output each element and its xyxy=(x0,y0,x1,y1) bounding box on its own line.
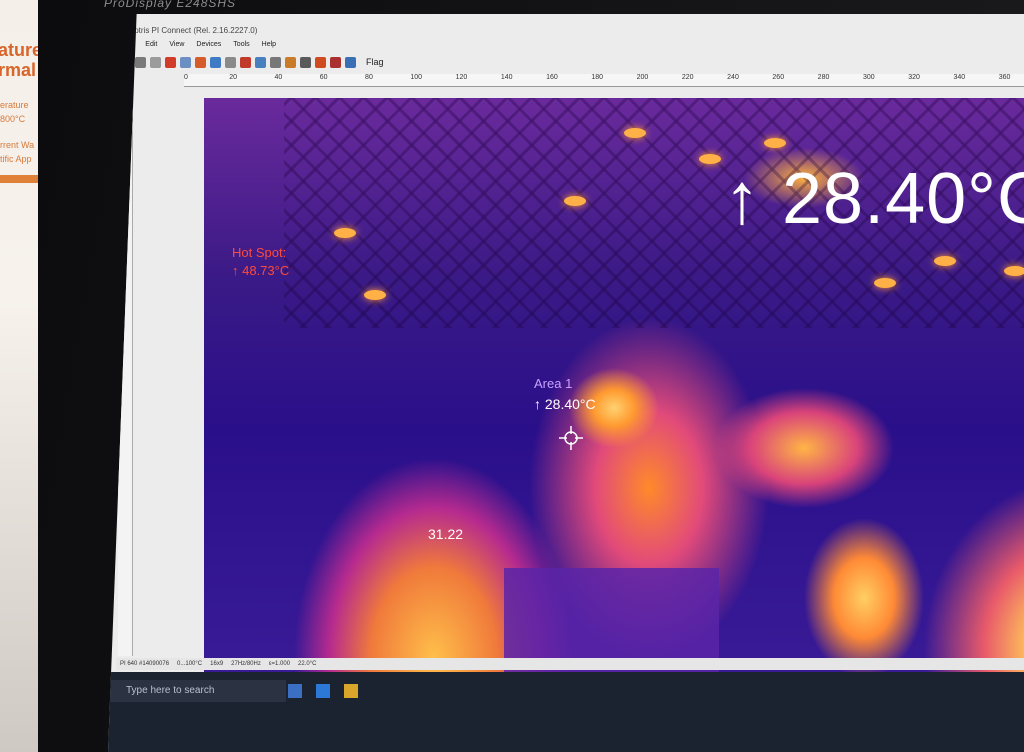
ruler-tick: 20 xyxy=(229,74,238,81)
area-name: Area 1 xyxy=(534,376,573,391)
ceiling-light xyxy=(564,196,586,206)
taskbar: Type here to search xyxy=(108,672,1024,752)
measure-icon[interactable] xyxy=(225,56,236,68)
ruler-tick: 0 xyxy=(184,74,188,81)
taskbar-apps xyxy=(288,684,358,698)
line-icon[interactable] xyxy=(270,56,281,68)
status-emissivity: ε=1.000 xyxy=(268,661,291,667)
ruler-tick: 240 xyxy=(727,74,739,81)
ruler-tick: 220 xyxy=(681,74,694,81)
ceiling-light xyxy=(699,154,721,164)
poster-text-1: erature xyxy=(0,100,29,110)
monitor-bezel: ProDisplay E248SHS Optris PI Connect (Re… xyxy=(38,0,1024,752)
settings-icon[interactable] xyxy=(315,56,326,68)
play-icon[interactable] xyxy=(150,56,161,68)
status-ratio: 16x9 xyxy=(210,661,224,667)
ceiling-light xyxy=(334,228,356,238)
spot-temperature: 31.22 xyxy=(428,526,464,542)
ruler-tick: 180 xyxy=(591,74,604,81)
ceiling-light xyxy=(764,138,786,148)
ruler-tick: 60 xyxy=(319,74,328,81)
browser-icon[interactable] xyxy=(316,684,330,698)
ruler-tick: 80 xyxy=(365,74,373,81)
task-view-icon[interactable] xyxy=(288,684,302,698)
ceiling-light xyxy=(874,278,896,288)
open-icon[interactable] xyxy=(120,56,131,68)
area-temperature: ↑ 28.40°C xyxy=(534,396,596,412)
taskbar-search[interactable]: Type here to search xyxy=(108,680,286,702)
fullscreen-icon[interactable] xyxy=(345,56,356,68)
window-title: Optris PI Connect (Rel. 2.16.2227.0) xyxy=(128,26,258,35)
ruler-tick: 260 xyxy=(772,74,785,81)
monitor-brand: ProDisplay E248SHS xyxy=(104,0,237,10)
poster-text-3: rrent Wa xyxy=(0,140,35,150)
menu-bar: File Edit View Devices Tools Help xyxy=(122,38,1024,52)
ceiling-light xyxy=(934,256,956,266)
palette-icon[interactable] xyxy=(195,56,206,68)
ceiling-light xyxy=(624,128,646,138)
status-range: 0...100°C xyxy=(177,661,203,667)
alarm-icon[interactable] xyxy=(330,56,341,68)
menu-edit[interactable]: Edit xyxy=(145,38,157,52)
ruler-tick: 340 xyxy=(953,74,966,81)
toolbar: Flag xyxy=(120,52,1024,72)
menu-devices[interactable]: Devices xyxy=(196,38,221,52)
status-device: PI 640 #14090076 xyxy=(120,661,170,667)
hotspot-value: ↑ 48.73°C xyxy=(232,263,290,278)
ruler-tick: 280 xyxy=(817,74,830,81)
ruler-tick: 320 xyxy=(908,74,920,81)
status-ambient: 22.0°C xyxy=(298,661,317,667)
flag-button[interactable]: Flag xyxy=(366,57,384,67)
hotspot-label: Hot Spot: ↑ 48.73°C xyxy=(232,244,289,280)
snapshot-icon[interactable] xyxy=(180,56,191,68)
save-icon[interactable] xyxy=(135,56,146,68)
thermal-image[interactable]: ↑ 28.40°C Hot Spot: ↑ 48.73°C Area 1 ↑ 2… xyxy=(204,98,1024,700)
menu-tools[interactable]: Tools xyxy=(233,38,249,52)
ruler-tick: 360 xyxy=(998,74,1011,81)
menu-help[interactable]: Help xyxy=(262,38,276,52)
ruler-tick: 100 xyxy=(410,74,422,81)
ruler-tick: 200 xyxy=(636,74,649,81)
poster-text-4: tific App xyxy=(0,154,32,164)
hotspot-icon[interactable] xyxy=(240,56,251,68)
ceiling-light xyxy=(364,290,386,300)
ruler-tick: 300 xyxy=(862,74,875,81)
record-icon[interactable] xyxy=(165,56,176,68)
area-icon[interactable] xyxy=(255,56,266,68)
main-temperature-reading: ↑ 28.40°C xyxy=(724,159,1024,239)
ruler-tick: 40 xyxy=(274,74,283,81)
ruler-tick: 160 xyxy=(546,74,558,81)
status-bar: PI 640 #14090076 0...100°C 16x9 27Hz/80H… xyxy=(116,658,1024,670)
graph-icon[interactable] xyxy=(285,56,296,68)
ceiling-light xyxy=(1004,266,1024,276)
menu-file[interactable]: File xyxy=(122,38,133,52)
horizontal-ruler: 0 20 40 60 80 100 120 140 160 180 200 220 240 260 280 3… xyxy=(184,74,1024,87)
ruler-tick: 120 xyxy=(455,74,468,81)
poster-text-2: 800°C xyxy=(0,114,26,124)
vertical-ruler xyxy=(118,86,133,656)
folder-icon[interactable] xyxy=(344,684,358,698)
poster-heading-1: ature xyxy=(0,40,43,60)
crosshair-icon[interactable] xyxy=(559,426,583,450)
status-framerate: 27Hz/80Hz xyxy=(231,661,261,667)
monitor-screen: Optris PI Connect (Rel. 2.16.2227.0) Fil… xyxy=(108,14,1024,752)
zoom-icon[interactable] xyxy=(300,56,311,68)
poster-heading-2: rmal xyxy=(0,60,37,80)
menu-view[interactable]: View xyxy=(169,38,184,52)
ruler-tick: 140 xyxy=(500,74,513,81)
hotspot-title: Hot Spot: xyxy=(232,245,287,260)
layout-icon[interactable] xyxy=(210,56,221,68)
